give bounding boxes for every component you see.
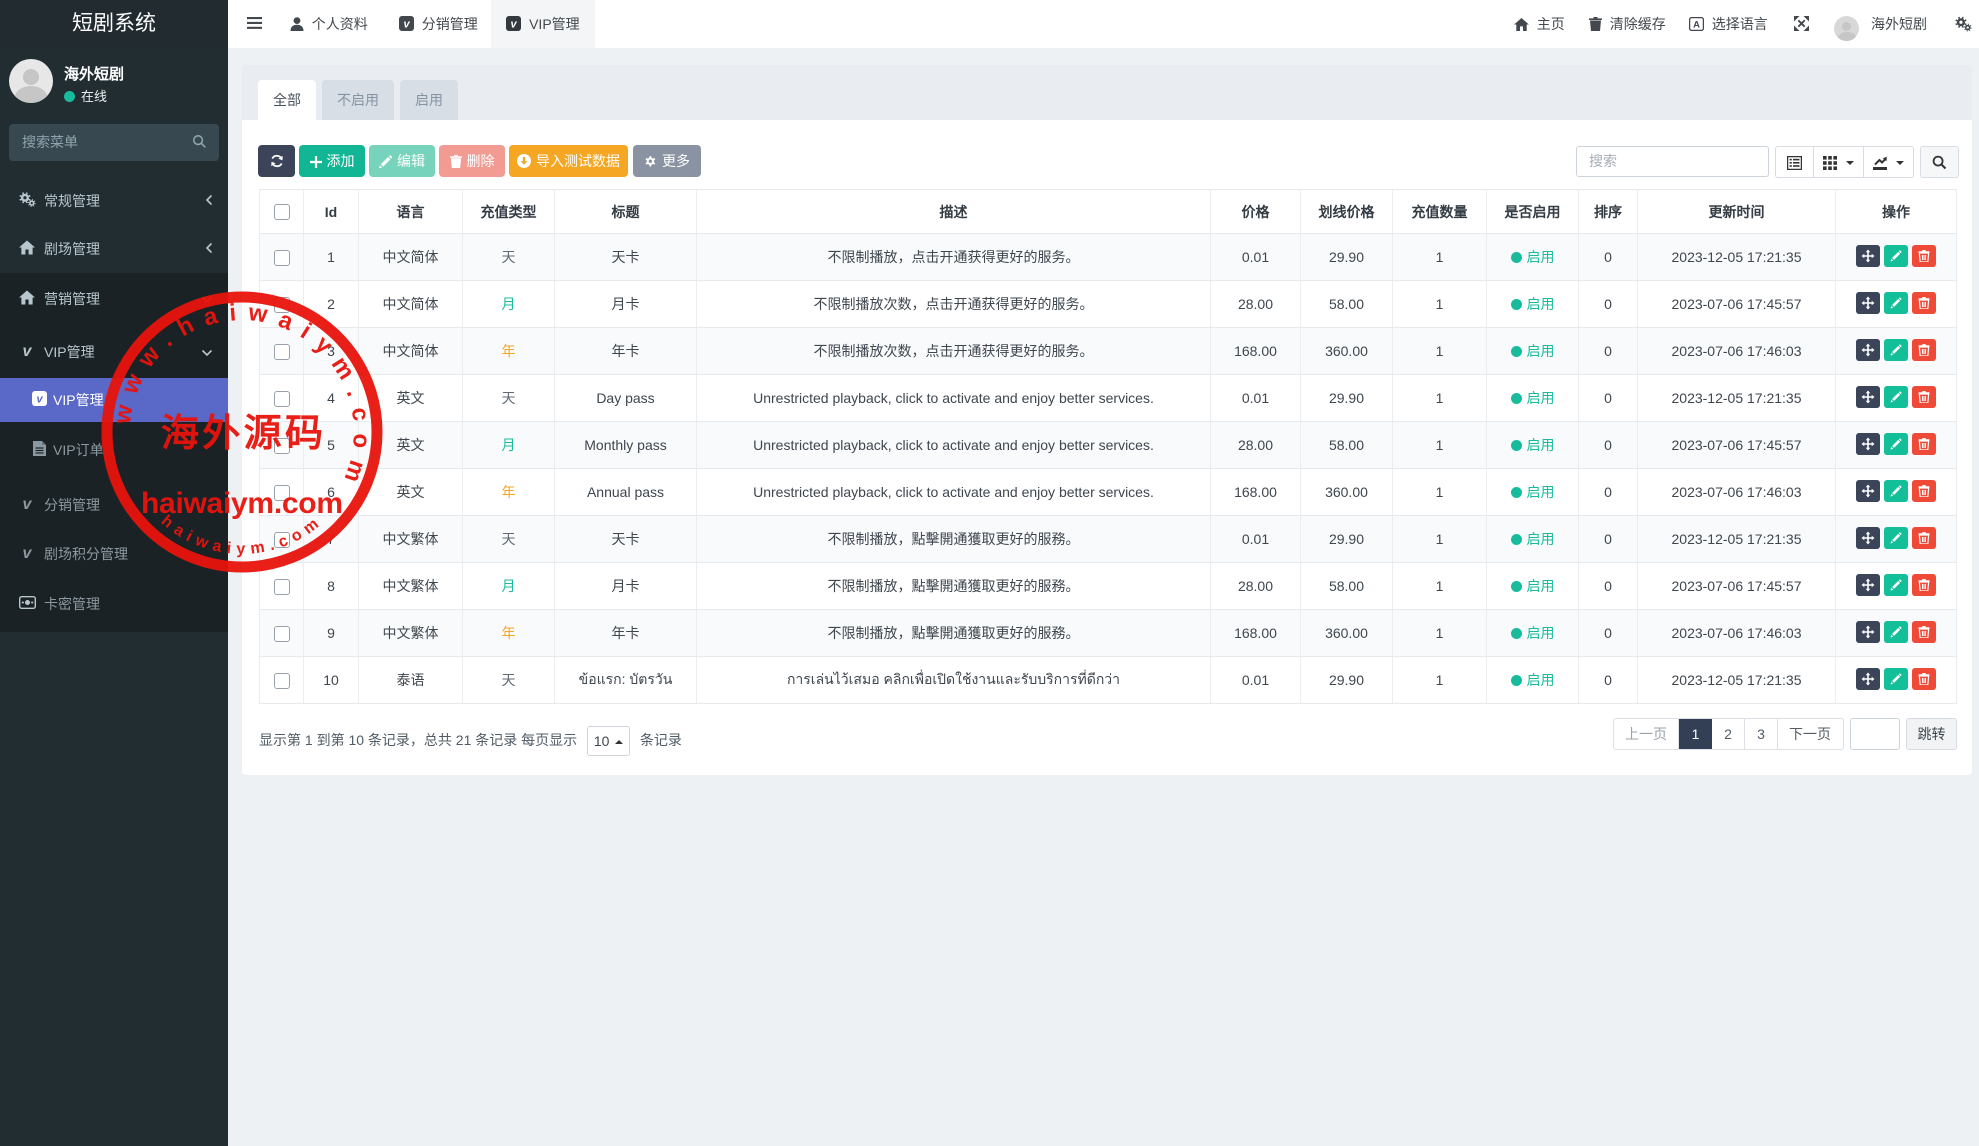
svg-text:v: v bbox=[403, 19, 410, 31]
svg-text:v: v bbox=[511, 19, 518, 31]
svg-text:v: v bbox=[36, 394, 43, 406]
svg-text:海外源码: 海外源码 bbox=[161, 413, 323, 455]
svg-text:A: A bbox=[1693, 20, 1700, 31]
